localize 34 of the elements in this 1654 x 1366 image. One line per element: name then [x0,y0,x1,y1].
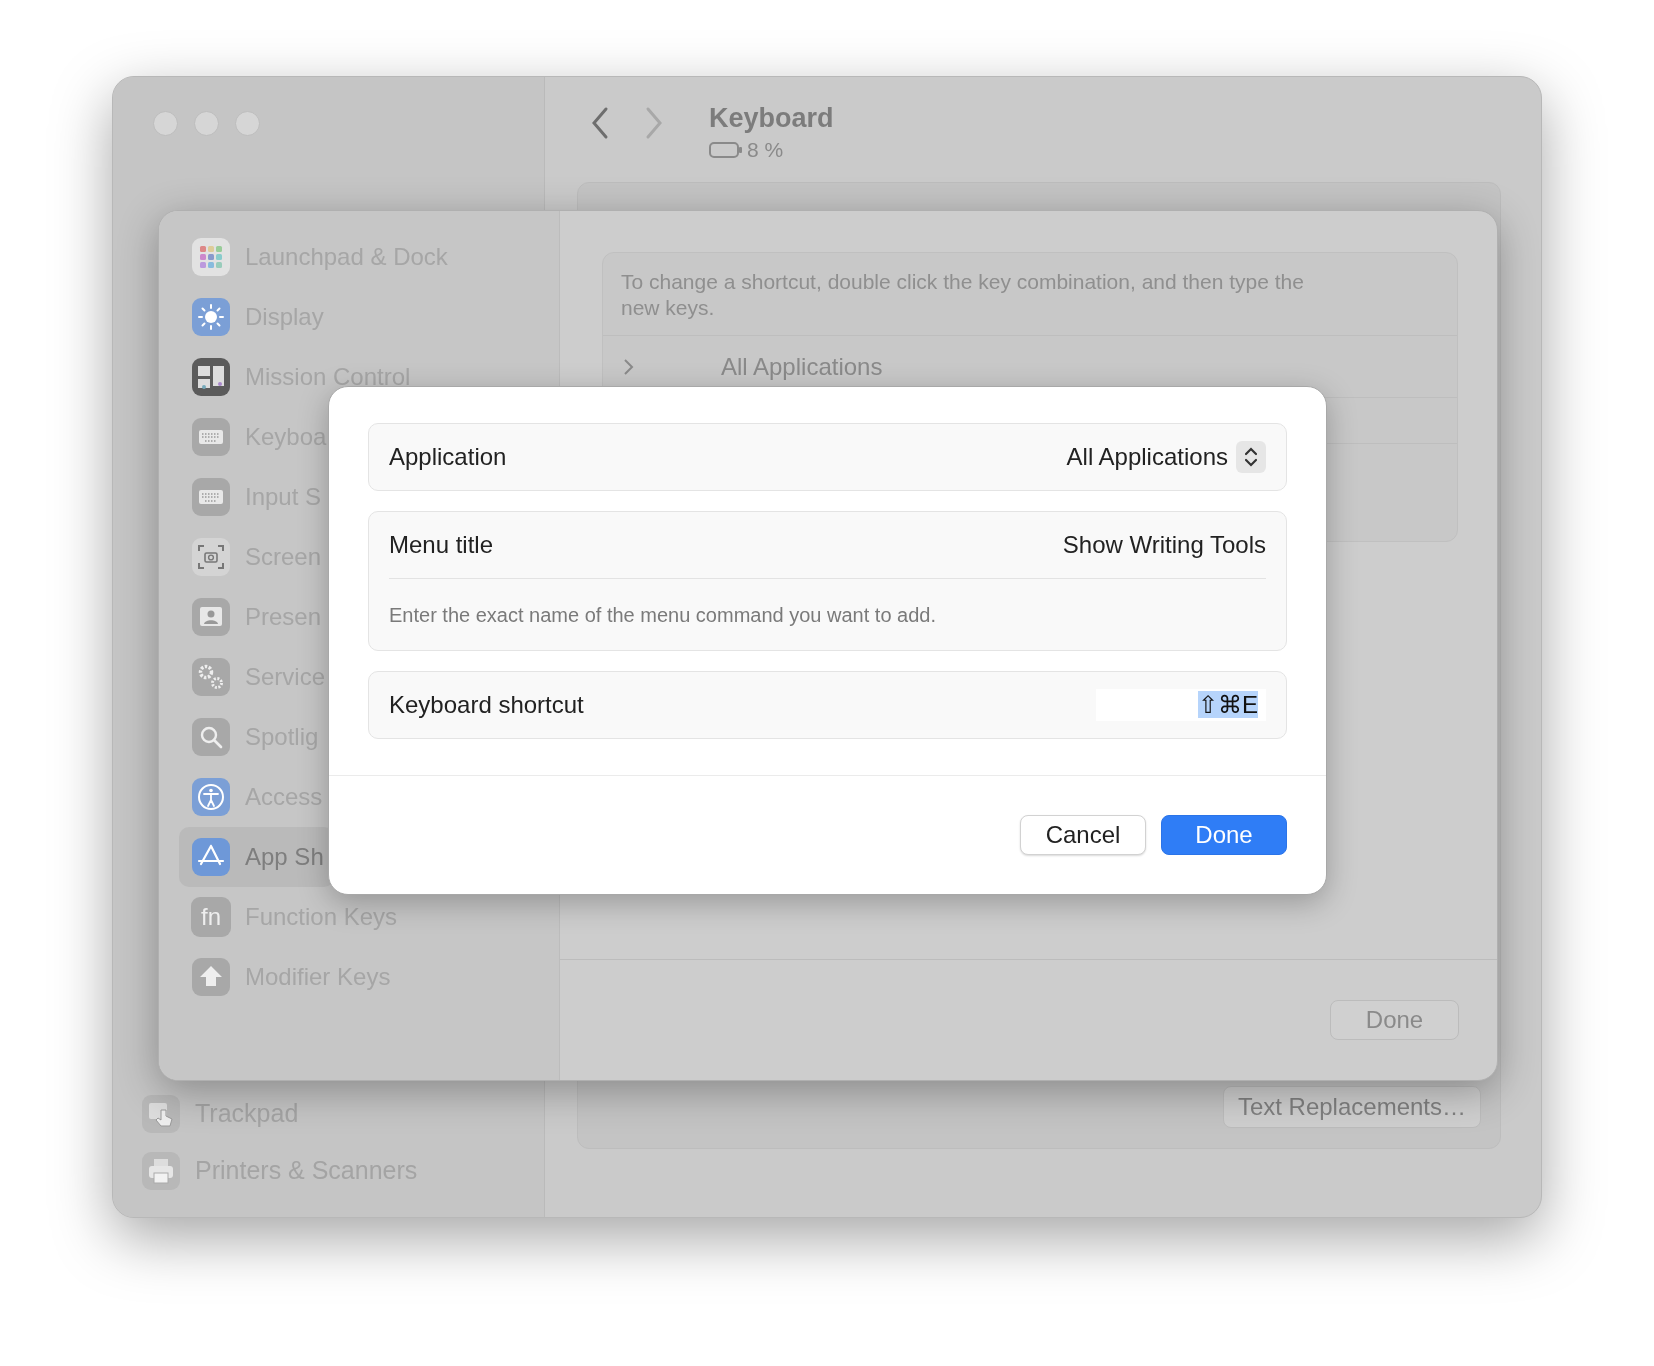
text-replacements-button[interactable]: Text Replacements… [1222,1086,1481,1128]
text-value[interactable]: Show Writing Tools [1062,527,1266,563]
popup-value[interactable]: All Applications [1066,439,1228,475]
done-button[interactable]: Done [1330,1000,1459,1040]
app-store-icon [191,837,231,877]
hint-text: Enter the exact name of the menu command you want to add. [389,578,1266,650]
person-icon [191,597,231,637]
windows-icon [191,357,231,397]
shortcut-field[interactable]: ⇧⌘E [1096,689,1266,721]
keyboard-icon [191,477,231,517]
back-icon [590,106,610,140]
battery-level: 8 % [747,137,784,164]
fn-icon: fn [191,897,231,937]
sun-icon [191,297,231,337]
window-title: Keyboard [709,103,834,135]
trackpad-icon [141,1093,181,1134]
camera-icon [191,537,231,577]
arrow-up-icon [191,957,231,997]
search-icon [191,717,231,757]
instruction-text: To change a shortcut, double click the key combination, and then type the new keys. [620,269,1305,321]
field-label: Keyboard shortcut [389,690,584,720]
done-button[interactable]: Done [1161,814,1287,855]
field-label: Menu title [389,530,494,560]
grid-icon [191,237,231,277]
printer-icon [141,1150,181,1191]
forward-icon [644,106,664,140]
field-label: Application [389,442,507,472]
stepper-button[interactable] [1236,441,1266,473]
accessibility-icon [191,777,231,817]
gears-icon [191,657,231,697]
keyboard-icon [191,417,231,457]
updown-arrows-icon [1243,445,1259,469]
battery-icon [709,140,743,159]
cancel-button[interactable]: Cancel [1020,814,1146,855]
